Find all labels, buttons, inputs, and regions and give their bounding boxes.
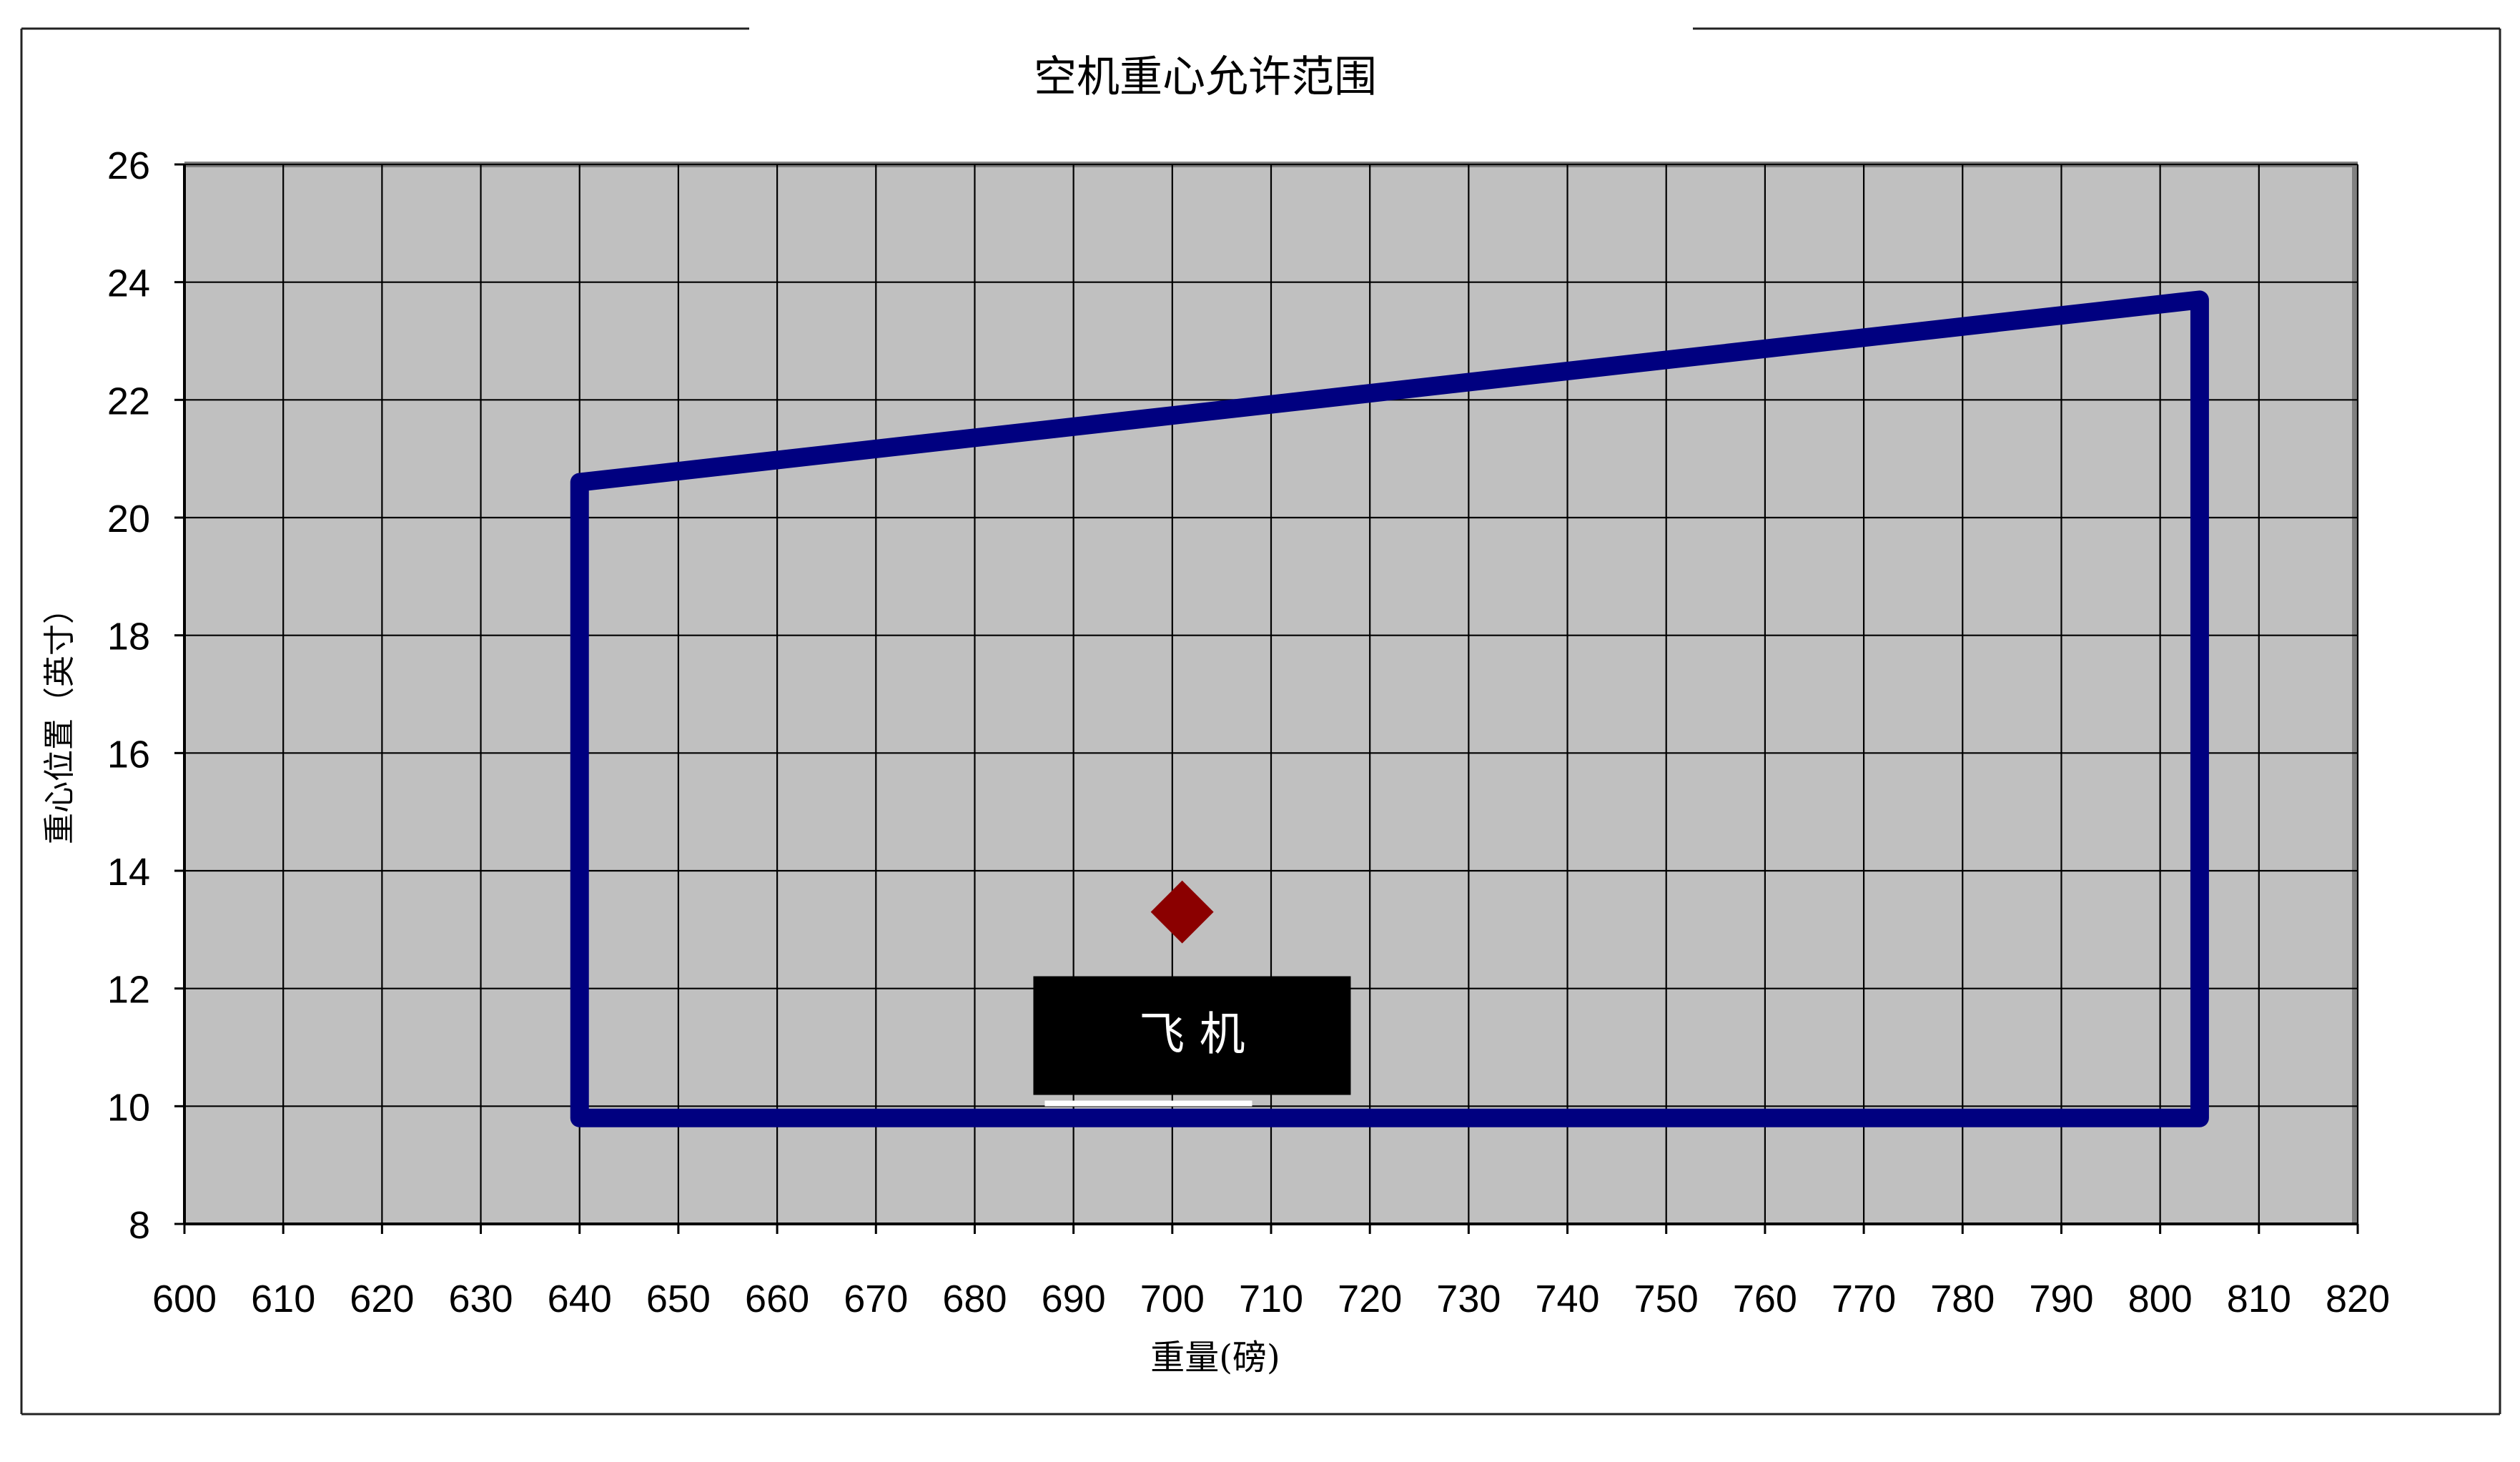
y-tick-label: 8 bbox=[129, 1204, 150, 1247]
x-tick-label: 710 bbox=[1239, 1278, 1303, 1320]
x-tick-label: 760 bbox=[1733, 1278, 1797, 1320]
y-tick-label: 20 bbox=[107, 498, 150, 540]
x-tick-labels: 600 610 620 630 640 650 660 670 680 690 700 710 720 7… bbox=[152, 1278, 2390, 1320]
y-tick-label: 22 bbox=[107, 380, 150, 423]
x-tick-label: 660 bbox=[745, 1278, 809, 1320]
x-tick-label: 680 bbox=[942, 1278, 1007, 1320]
x-tick-label: 750 bbox=[1634, 1278, 1699, 1320]
y-tick-label: 26 bbox=[107, 144, 150, 187]
x-tick-label: 820 bbox=[2326, 1278, 2390, 1320]
x-tick-label: 670 bbox=[844, 1278, 908, 1320]
x-axis-label: 重量(磅) bbox=[1150, 1338, 1280, 1378]
x-tick-label: 720 bbox=[1338, 1278, 1402, 1320]
x-tick-label: 800 bbox=[2128, 1278, 2193, 1320]
cg-envelope-chart: 空机重心允许范围 600 610 620 630 640 650 660 670 680 690 7… bbox=[20, 27, 2501, 1416]
y-tick-label: 12 bbox=[107, 969, 150, 1012]
y-tick-label: 24 bbox=[107, 262, 150, 305]
y-tick-label: 10 bbox=[107, 1086, 150, 1129]
y-tick-label: 14 bbox=[107, 851, 150, 894]
x-tick-label: 620 bbox=[350, 1278, 414, 1320]
x-tick-label: 690 bbox=[1042, 1278, 1106, 1320]
x-tick-label: 770 bbox=[1832, 1278, 1896, 1320]
y-tick-label: 18 bbox=[107, 616, 150, 658]
x-tick-label: 630 bbox=[448, 1278, 513, 1320]
x-tick-label: 790 bbox=[2029, 1278, 2093, 1320]
x-tick-label: 740 bbox=[1535, 1278, 1599, 1320]
x-tick-label: 810 bbox=[2227, 1278, 2291, 1320]
x-tick-label: 730 bbox=[1436, 1278, 1501, 1320]
x-tick-label: 640 bbox=[548, 1278, 612, 1320]
x-tick-label: 600 bbox=[152, 1278, 217, 1320]
chart-title: 空机重心允许范围 bbox=[1034, 52, 1377, 102]
chart-container: 空机重心允许范围 600 610 620 630 640 650 660 670 680 690 7… bbox=[0, 0, 2520, 1462]
x-tick-label: 780 bbox=[1930, 1278, 1995, 1320]
y-tick-labels: 8 10 12 14 16 18 20 22 24 26 bbox=[107, 144, 150, 1247]
y-tick-label: 16 bbox=[107, 733, 150, 776]
annotations: 飞 机 bbox=[1033, 976, 1351, 1107]
x-tick-label: 700 bbox=[1140, 1278, 1205, 1320]
x-tick-label: 610 bbox=[251, 1278, 315, 1320]
x-tick-label: 650 bbox=[646, 1278, 711, 1320]
aircraft-label: 飞 机 bbox=[1139, 1009, 1245, 1062]
plot-shadow-right bbox=[2352, 162, 2358, 1224]
y-axis-label: 重心位置（英寸） bbox=[41, 593, 78, 844]
